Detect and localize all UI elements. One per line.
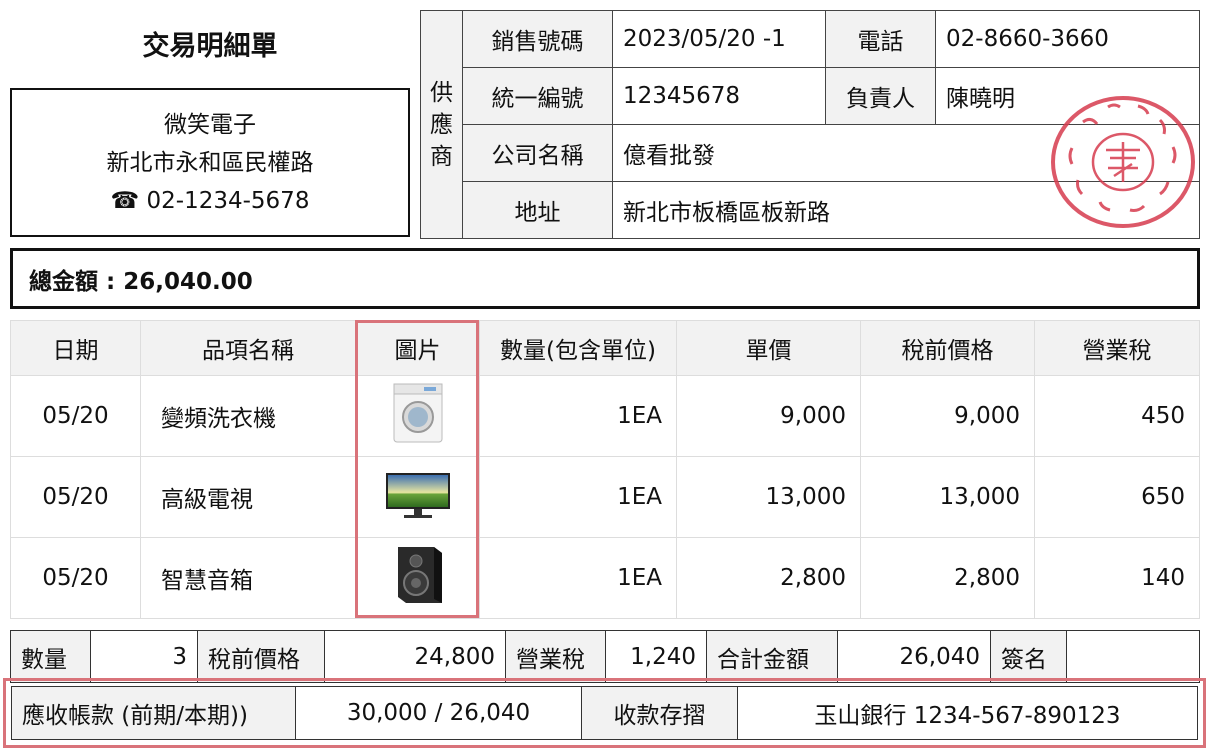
items-header-row: 日期 品項名稱 圖片 數量(包含單位) 單價 稅前價格 營業稅 [10,320,1200,376]
row-image [355,537,480,619]
customer-info: 微笑電子 新北市永和區民權路 ☎ 02-1234-5678 [10,88,410,237]
row-item-name: 高級電視 [140,456,356,538]
row-tax: 140 [1034,537,1200,619]
grand-total: 總金額 : 26,040.00 [10,248,1200,309]
header-pretax: 稅前價格 [860,320,1035,376]
summary-pretax-label: 稅前價格 [197,630,325,683]
row-tax: 450 [1034,375,1200,457]
header-tax: 營業稅 [1034,320,1200,376]
table-row: 05/20 智慧音箱 1EA 2,800 2,800 140 [10,537,1200,619]
owner-label: 負責人 [825,67,936,125]
row-date: 05/20 [10,375,141,457]
summary-table: 數量 3 稅前價格 24,800 營業稅 1,240 合計金額 26,040 簽… [10,630,1200,683]
washing-machine-icon [393,383,442,443]
row-quantity: 1EA [479,537,677,619]
row-unit-price: 9,000 [676,375,861,457]
company-label: 公司名稱 [462,124,613,182]
header-item-name: 品項名稱 [140,320,356,376]
deposit-account: 玉山銀行 1234-567-890123 [737,686,1198,740]
header-unit-price: 單價 [676,320,861,376]
summary-tax-label: 營業稅 [505,630,606,683]
sales-no: 2023/05/20 -1 [612,10,826,68]
row-item-name: 變頻洗衣機 [140,375,356,457]
receivable-value: 30,000 / 26,040 [295,686,582,740]
tax-id: 12345678 [612,67,826,125]
customer-phone-line: ☎ 02-1234-5678 [111,182,310,220]
supplier-phone: 02-8660-3660 [935,10,1200,68]
phone-icon: ☎ [110,187,140,214]
row-date: 05/20 [10,456,141,538]
table-row: 05/20 變頻洗衣機 1EA 9,000 9,000 450 [10,375,1200,457]
deposit-label: 收款存摺 [581,686,738,740]
header-quantity: 數量(包含單位) [479,320,677,376]
supplier-side-label: 供 應 商 [420,10,463,239]
signature-field[interactable] [1066,630,1200,683]
header-date: 日期 [10,320,141,376]
side-char: 商 [430,143,453,170]
header-image: 圖片 [355,320,480,376]
row-pretax: 13,000 [860,456,1035,538]
speaker-icon [397,547,442,603]
side-char: 應 [430,111,453,138]
customer-phone: 02-1234-5678 [146,187,310,214]
row-image [355,456,480,538]
table-row: 05/20 高級電視 1EA 13,000 13,000 650 [10,456,1200,538]
row-tax: 650 [1034,456,1200,538]
row-unit-price: 13,000 [676,456,861,538]
row-quantity: 1EA [479,456,677,538]
tv-icon [385,473,450,518]
receivable-label: 應收帳款 (前期/本期)) [11,686,296,740]
summary-qty: 3 [90,630,198,683]
tax-id-label: 統一編號 [462,67,613,125]
row-quantity: 1EA [479,375,677,457]
row-item-name: 智慧音箱 [140,537,356,619]
signature-label: 簽名 [990,630,1067,683]
company-seal-stamp [1051,96,1195,228]
document-title: 交易明細單 [142,31,278,62]
side-char: 供 [430,79,453,106]
summary-tax: 1,240 [605,630,707,683]
address-label: 地址 [462,181,613,239]
row-pretax: 2,800 [860,537,1035,619]
customer-address: 新北市永和區民權路 [106,149,314,176]
summary-total-label: 合計金額 [706,630,838,683]
summary-pretax: 24,800 [324,630,506,683]
row-unit-price: 2,800 [676,537,861,619]
summary-total: 26,040 [837,630,991,683]
customer-name: 微笑電子 [164,111,256,138]
items-table: 日期 品項名稱 圖片 數量(包含單位) 單價 稅前價格 營業稅 05/20 變頻… [10,320,1200,619]
supplier-phone-label: 電話 [825,10,936,68]
sales-no-label: 銷售號碼 [462,10,613,68]
receivable-highlight: 應收帳款 (前期/本期)) 30,000 / 26,040 收款存摺 玉山銀行 … [3,678,1206,748]
row-pretax: 9,000 [860,375,1035,457]
row-date: 05/20 [10,537,141,619]
row-image [355,375,480,457]
receivable-table: 應收帳款 (前期/本期)) 30,000 / 26,040 收款存摺 玉山銀行 … [11,686,1198,740]
summary-qty-label: 數量 [10,630,91,683]
